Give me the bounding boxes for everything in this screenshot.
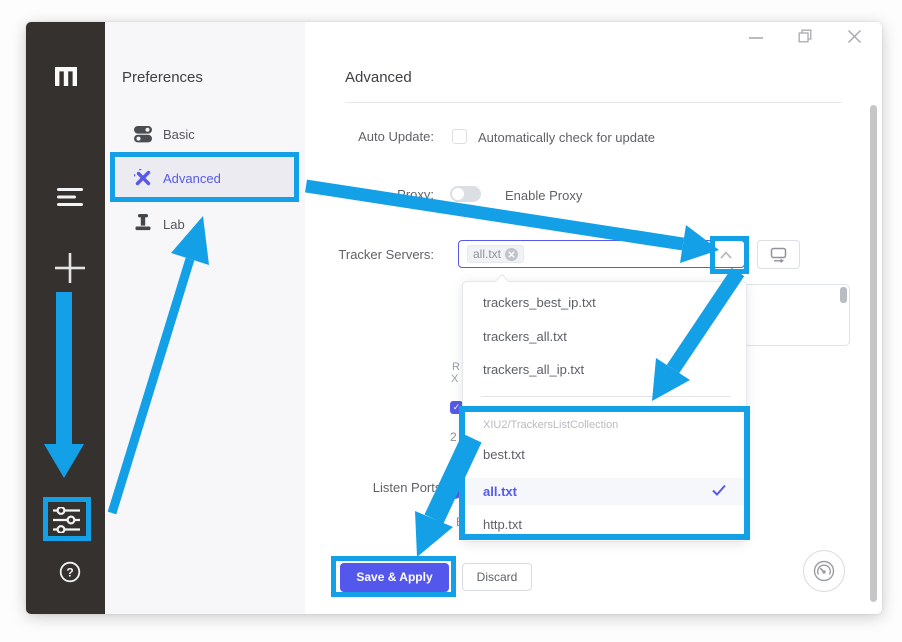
screenshot-canvas: ? Preferences Basic Advanced Lab — [0, 0, 902, 642]
basic-toggles-icon — [134, 125, 152, 143]
tracker-servers-label: Tracker Servers: — [303, 247, 434, 262]
selected-tag: all.txt — [467, 245, 524, 263]
occluded-text-fragment-3: 2 — [450, 430, 457, 444]
speedometer-icon — [812, 559, 836, 583]
advanced-tools-icon — [134, 169, 152, 187]
tracker-dropdown: trackers_best_ip.txt trackers_all.txt tr… — [462, 281, 747, 542]
toggle-knob — [452, 188, 464, 200]
tracker-select[interactable]: all.txt — [458, 240, 745, 268]
sidebar-item-lab[interactable]: Lab — [163, 217, 185, 232]
dropdown-divider — [481, 396, 731, 397]
title-divider — [345, 102, 842, 103]
dropdown-item[interactable]: trackers_all_ip.txt — [483, 362, 584, 377]
occluded-hint-fragment-1: R — [452, 361, 460, 373]
preferences-panel — [105, 22, 305, 614]
proxy-label: Proxy: — [303, 187, 434, 202]
content-scrollbar[interactable] — [870, 105, 877, 602]
save-apply-button[interactable]: Save & Apply — [340, 563, 449, 592]
textarea-scrollbar[interactable] — [840, 287, 847, 303]
add-task-icon[interactable] — [55, 252, 85, 284]
lab-stamp-icon — [135, 214, 151, 233]
dropdown-item[interactable]: best.txt — [483, 447, 525, 462]
minimize-icon[interactable] — [748, 30, 764, 44]
sync-trackers-button[interactable] — [757, 240, 800, 269]
dropdown-item[interactable]: trackers_all.txt — [483, 329, 567, 344]
sidebar-item-basic[interactable]: Basic — [163, 127, 195, 142]
auto-update-label: Auto Update: — [303, 129, 434, 144]
dropdown-item[interactable]: trackers_best_ip.txt — [483, 295, 596, 310]
discard-button[interactable]: Discard — [462, 563, 532, 591]
task-list-icon[interactable] — [57, 186, 83, 208]
motrix-logo-icon — [55, 67, 77, 86]
auto-update-option-label[interactable]: Automatically check for update — [478, 130, 655, 145]
restore-icon[interactable] — [798, 29, 812, 43]
page-title: Advanced — [345, 69, 412, 86]
dropdown-item-selected[interactable]: all.txt — [483, 484, 517, 499]
help-icon[interactable]: ? — [59, 561, 81, 583]
dropdown-item[interactable]: http.txt — [483, 517, 522, 532]
preferences-title: Preferences — [122, 69, 203, 86]
svg-text:?: ? — [66, 566, 73, 580]
dropdown-group-label: XIU2/TrackersListCollection — [483, 419, 618, 431]
chevron-up-icon[interactable] — [720, 251, 732, 259]
check-icon — [712, 484, 726, 496]
speed-limit-button[interactable] — [803, 550, 845, 592]
selected-tag-label: all.txt — [473, 247, 501, 261]
sidebar-item-advanced-label[interactable]: Advanced — [163, 171, 221, 186]
proxy-option-label: Enable Proxy — [505, 188, 582, 203]
sync-icon — [770, 247, 787, 263]
tag-remove-icon[interactable] — [505, 248, 518, 261]
proxy-toggle[interactable] — [450, 186, 481, 202]
occluded-hint-fragment-2: X — [451, 373, 458, 385]
occluded-purple-control — [447, 484, 462, 499]
auto-update-checkbox[interactable] — [452, 129, 467, 144]
close-icon[interactable] — [847, 29, 862, 44]
preferences-sliders-icon[interactable] — [53, 507, 80, 533]
listen-ports-label: Listen Ports: — [355, 480, 445, 495]
